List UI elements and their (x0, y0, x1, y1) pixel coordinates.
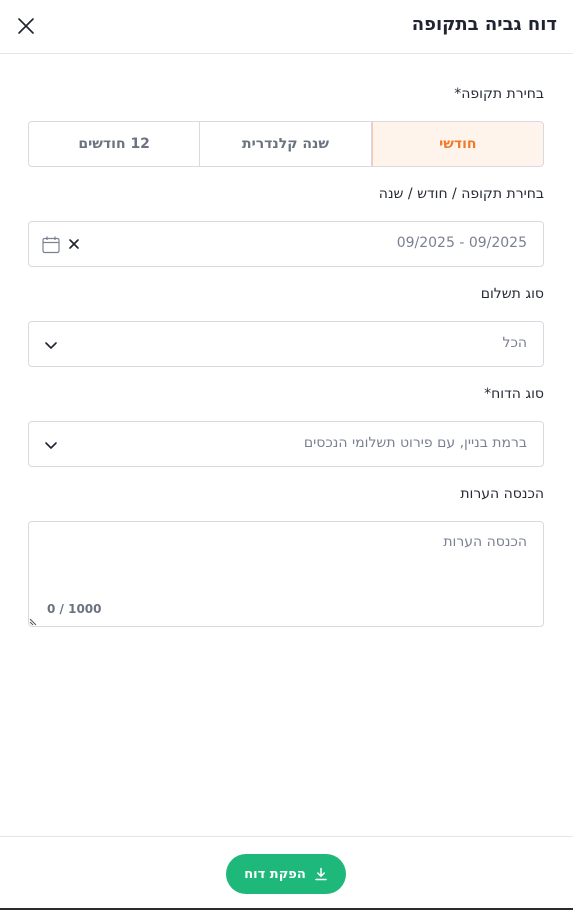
page-title: דוח גביה בתקופה (411, 14, 557, 35)
payment-type-value: הכל (502, 335, 527, 351)
resize-handle-icon[interactable] (29, 616, 39, 626)
report-type-select[interactable]: ברמת בניין, עם פירוט תשלומי הנכסים (28, 421, 544, 467)
calendar-icon[interactable] (41, 235, 61, 255)
date-range-value: 09/2025 - 09/2025 (396, 235, 527, 251)
chevron-down-icon[interactable] (43, 437, 59, 453)
clear-icon[interactable] (68, 238, 80, 250)
close-icon[interactable] (14, 14, 38, 38)
chevron-down-icon[interactable] (43, 337, 59, 353)
date-range-field[interactable]: 09/2025 - 09/2025 (28, 221, 544, 267)
footer: הפקת דוח (0, 836, 573, 910)
payment-type-select[interactable]: הכל (28, 321, 544, 367)
generate-report-label: הפקת דוח (244, 866, 306, 882)
period-option-calendar-year[interactable]: שנה קלנדרית (200, 122, 372, 166)
header: דוח גביה בתקופה (0, 0, 573, 54)
report-type-label: סוג הדוח* (484, 386, 544, 402)
payment-type-label: סוג תשלום (480, 286, 544, 302)
char-counter: 0 / 1000 (47, 602, 102, 616)
notes-placeholder: הכנסה הערות (443, 534, 527, 550)
download-icon (315, 867, 327, 881)
period-label: בחירת תקופה* (454, 86, 544, 102)
date-range-label: בחירת תקופה / חודש / שנה (378, 186, 544, 202)
period-option-12-months[interactable]: 12 חודשים (29, 122, 201, 166)
period-option-monthly[interactable]: חודשי (371, 122, 543, 166)
notes-label: הכנסה הערות (460, 486, 544, 502)
report-type-value: ברמת בניין, עם פירוט תשלומי הנכסים (303, 435, 527, 451)
period-selector: 12 חודשים שנה קלנדרית חודשי (28, 121, 544, 167)
generate-report-button[interactable]: הפקת דוח (226, 854, 346, 894)
notes-textarea[interactable]: הכנסה הערות 0 / 1000 (28, 521, 544, 627)
